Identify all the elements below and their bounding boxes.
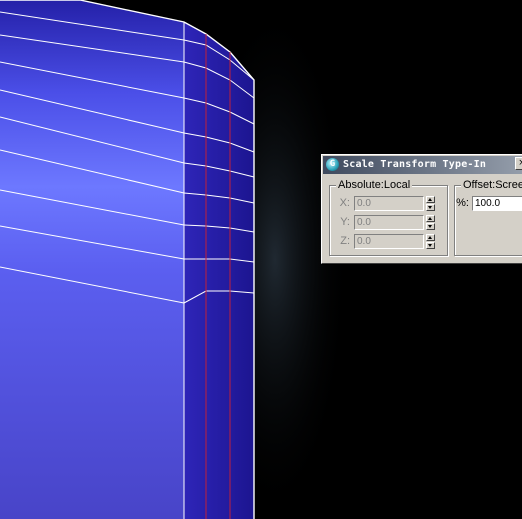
z-spinner-down-icon[interactable] xyxy=(426,242,435,249)
app-icon: G xyxy=(326,158,339,171)
z-spinner-up-icon[interactable] xyxy=(426,234,435,241)
x-axis-label: X: xyxy=(339,197,350,209)
y-spinner-up-icon[interactable] xyxy=(426,215,435,222)
z-value-field[interactable]: 0.0 xyxy=(354,234,424,249)
close-button[interactable]: × xyxy=(515,157,522,170)
percent-label: %: xyxy=(456,197,469,209)
dialog-titlebar[interactable]: G Scale Transform Type-In xyxy=(323,156,522,174)
x-spinner-up-icon[interactable] xyxy=(426,196,435,203)
y-axis-label: Y: xyxy=(340,216,350,228)
z-row: Z: 0.0 xyxy=(336,234,446,249)
percent-value-field[interactable]: 100.0 xyxy=(472,196,522,211)
offset-screen-group: Offset:Screen %: 100.0 xyxy=(454,178,522,256)
y-spinner-down-icon[interactable] xyxy=(426,223,435,230)
absolute-local-label: Absolute:Local xyxy=(336,178,413,192)
offset-screen-label: Offset:Screen xyxy=(461,178,522,192)
x-spinner-down-icon[interactable] xyxy=(426,204,435,211)
x-value-field[interactable]: 0.0 xyxy=(354,196,424,211)
z-axis-label: Z: xyxy=(340,235,350,247)
y-row: Y: 0.0 xyxy=(336,215,446,230)
mesh-side-face xyxy=(184,22,254,519)
x-row: X: 0.0 xyxy=(336,196,446,211)
dialog-title: Scale Transform Type-In xyxy=(343,159,487,170)
absolute-local-group: Absolute:Local X: 0.0 Y: 0.0 Z: 0.0 xyxy=(329,178,448,256)
scale-transform-dialog: G Scale Transform Type-In × Absolute:Loc… xyxy=(321,154,522,264)
z-spinner[interactable] xyxy=(426,234,435,249)
mesh-front-face xyxy=(0,0,184,519)
percent-row: %: 100.0 xyxy=(455,196,522,211)
x-spinner[interactable] xyxy=(426,196,435,211)
y-value-field[interactable]: 0.0 xyxy=(354,215,424,230)
y-spinner[interactable] xyxy=(426,215,435,230)
